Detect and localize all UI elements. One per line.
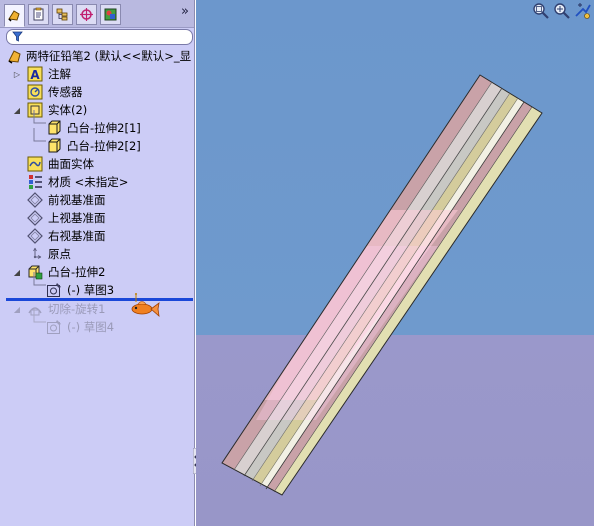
dimxpertmanager-tab[interactable] (76, 4, 97, 25)
tree-item-label: 凸台-拉伸2[1] (67, 121, 141, 135)
tree-connector (33, 128, 46, 142)
featuremanager-tab[interactable] (4, 4, 25, 27)
feature-manager-panel: » 两特征铅笔2 (默认<<默认>_显 ▷ A 注解 传感器 ◢ 实体(2) 凸… (0, 0, 195, 526)
tree-item-surface-bodies[interactable]: 曲面实体 (0, 155, 194, 173)
tree-item-label: 传感器 (48, 85, 83, 99)
pencil-model (221, 74, 543, 496)
plane-icon (27, 228, 43, 244)
filter-icon (12, 31, 23, 42)
sketch-icon (47, 283, 61, 297)
tree-item-label: (-) 草图4 (67, 320, 115, 334)
tree-connector (33, 272, 46, 286)
sensor-icon (27, 84, 43, 100)
featuremanager-tree-icon (8, 10, 20, 22)
tree-item-sketch3[interactable]: (-) 草图3 (0, 272, 194, 299)
propertymanager-tab[interactable] (28, 4, 49, 25)
material-icon (29, 175, 42, 189)
tree-item-body-1[interactable]: 凸台-拉伸2[1] (0, 110, 194, 137)
expand-icon[interactable]: ▷ (13, 70, 21, 79)
tree-item-label: 切除-旋转1 (48, 302, 106, 316)
tree-item-cut-revolve1[interactable]: ◢ 切除-旋转1 (0, 300, 194, 318)
propertymanager-icon (33, 7, 44, 21)
svg-text:A: A (30, 68, 40, 82)
tree-item-label: 注解 (48, 67, 71, 81)
feature-tree-filter[interactable] (6, 29, 193, 45)
tree-item-annotations[interactable]: ▷ A 注解 (0, 65, 194, 83)
tree-item-material[interactable]: 材质 <未指定> (0, 173, 194, 191)
tree-item-sketch4[interactable]: (-) 草图4 (0, 309, 194, 336)
solid-body-icon (48, 138, 61, 153)
tree-item-label: 实体(2) (48, 103, 88, 117)
displaymanager-tab[interactable] (100, 4, 121, 25)
collapse-icon[interactable]: ◢ (13, 268, 21, 277)
tree-item-sensors[interactable]: 传感器 (0, 83, 194, 101)
configurationmanager-icon (56, 8, 68, 21)
annotation-icon: A (27, 66, 43, 82)
tab-overflow-button[interactable]: » (181, 4, 189, 19)
tree-item-body-2[interactable]: 凸台-拉伸2[2] (0, 128, 194, 155)
tree-item-label: 前视基准面 (48, 193, 106, 207)
part-icon (8, 50, 21, 64)
plane-icon (27, 192, 43, 208)
tree-item-label: 右视基准面 (48, 229, 106, 243)
tree-item-label: 凸台-拉伸2 (48, 265, 106, 279)
tree-item-solid-bodies[interactable]: ◢ 实体(2) (0, 101, 194, 119)
graphics-area[interactable] (196, 0, 594, 526)
tree-item-label: (-) 草图3 (67, 283, 115, 297)
collapse-icon[interactable]: ◢ (13, 305, 21, 314)
manager-tab-bar: » (0, 0, 194, 28)
origin-icon (33, 247, 42, 259)
surface-bodies-folder-icon (27, 156, 43, 172)
dimxpert-crosshair-icon (80, 8, 93, 21)
tree-item-label: 上视基准面 (48, 211, 106, 225)
tree-item-boss-extrude2[interactable]: ◢ 凸台-拉伸2 (0, 263, 194, 281)
collapse-icon[interactable]: ◢ (13, 106, 21, 115)
solid-body-icon (48, 120, 61, 135)
tree-root-label: 两特征铅笔2 (默认<<默认>_显 (26, 49, 192, 63)
tree-connector (33, 309, 46, 323)
displaymanager-icon (104, 8, 117, 21)
tree-item-front-plane[interactable]: 前视基准面 (0, 191, 194, 209)
tree-item-label: 原点 (48, 247, 71, 261)
tree-item-label: 材质 <未指定> (48, 175, 129, 189)
tree-item-label: 曲面实体 (48, 157, 94, 171)
tree-item-right-plane[interactable]: 右视基准面 (0, 227, 194, 245)
tree-connector (33, 110, 46, 124)
tree-root-part[interactable]: 两特征铅笔2 (默认<<默认>_显 (4, 47, 194, 65)
tree-item-origin[interactable]: 原点 (0, 245, 194, 263)
configurationmanager-tab[interactable] (52, 4, 73, 25)
sketch-icon (47, 320, 61, 334)
tree-item-top-plane[interactable]: 上视基准面 (0, 209, 194, 227)
tree-item-label: 凸台-拉伸2[2] (67, 139, 141, 153)
plane-icon (27, 210, 43, 226)
